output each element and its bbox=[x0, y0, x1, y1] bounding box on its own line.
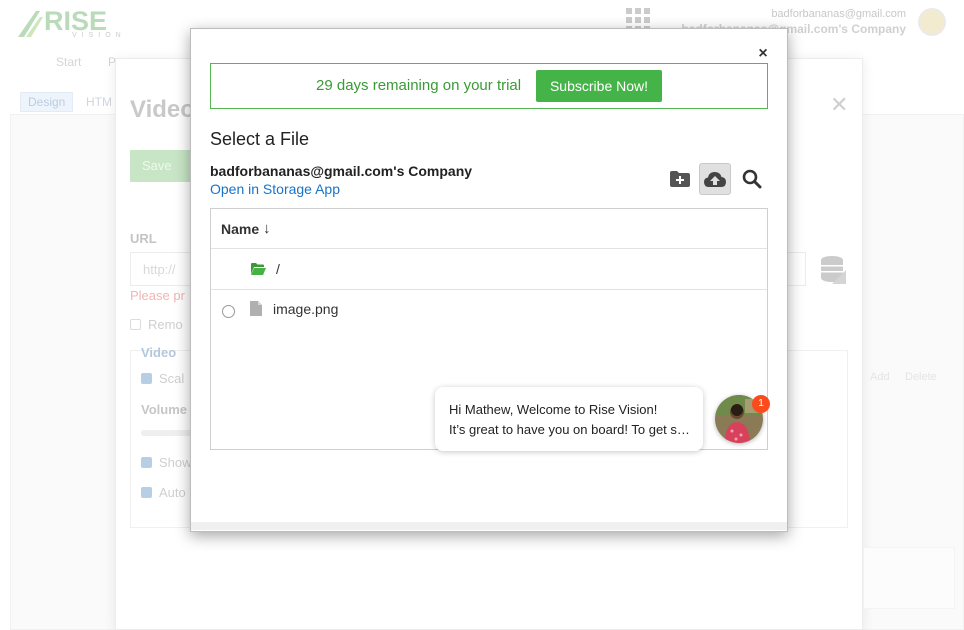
delete-link[interactable]: Delete bbox=[905, 371, 937, 383]
video-settings-save-button[interactable]: Save bbox=[130, 150, 194, 182]
chat-message-line-2: It’s great to have you on board! To get … bbox=[449, 422, 693, 437]
add-link[interactable]: Add bbox=[870, 371, 890, 383]
file-icon bbox=[250, 301, 262, 316]
url-error-text: Please pr bbox=[130, 288, 185, 303]
file-name: image.png bbox=[273, 301, 339, 317]
chat-message-bubble[interactable] bbox=[435, 387, 703, 451]
nav-start[interactable]: Start bbox=[56, 55, 81, 69]
dialog-footer-strip bbox=[191, 522, 787, 530]
company-name: badforbananas@gmail.com's Company bbox=[210, 163, 473, 179]
cloud-upload-icon bbox=[704, 172, 726, 187]
open-in-storage-link[interactable]: Open in Storage App bbox=[210, 181, 340, 197]
video-settings-title: Video bbox=[130, 96, 195, 123]
video-section-label: Video bbox=[141, 345, 177, 360]
scale-checkbox[interactable] bbox=[141, 373, 152, 384]
volume-label: Volume bbox=[141, 402, 187, 417]
search-button[interactable] bbox=[736, 163, 768, 195]
upload-button[interactable] bbox=[699, 163, 731, 195]
column-name-header[interactable]: Name bbox=[221, 221, 259, 237]
rise-vision-logo[interactable]: RISE VISION bbox=[18, 6, 121, 40]
remove-checkbox-row[interactable]: Remo bbox=[130, 317, 183, 332]
remove-label: Remo bbox=[148, 317, 183, 332]
auto-checkbox[interactable] bbox=[141, 487, 152, 498]
storage-database-icon[interactable] bbox=[820, 256, 846, 284]
account-email: badforbananas@gmail.com bbox=[771, 8, 906, 20]
video-settings-close-icon[interactable]: ✕ bbox=[830, 92, 848, 118]
chat-unread-badge: 1 bbox=[752, 395, 770, 413]
tab-design[interactable]: Design bbox=[20, 92, 74, 112]
root-folder-label: / bbox=[276, 261, 280, 277]
file-select-radio[interactable] bbox=[222, 305, 235, 318]
subscribe-now-button[interactable]: Subscribe Now! bbox=[536, 70, 662, 102]
show-checkbox-row[interactable]: Show bbox=[141, 455, 192, 470]
scale-checkbox-row[interactable]: Scal bbox=[141, 371, 184, 386]
url-label: URL bbox=[130, 231, 157, 246]
trial-text: 29 days remaining on your trial bbox=[316, 77, 522, 94]
show-label: Show bbox=[159, 455, 192, 470]
remove-checkbox[interactable] bbox=[130, 319, 141, 330]
list-item[interactable] bbox=[211, 249, 767, 290]
chat-message-line-1: Hi Mathew, Welcome to Rise Vision! bbox=[449, 402, 658, 417]
sort-down-icon[interactable]: ↓ bbox=[263, 220, 271, 237]
search-icon bbox=[742, 169, 762, 189]
auto-label: Auto bbox=[159, 485, 186, 500]
dialog-close-button[interactable]: × bbox=[756, 46, 770, 62]
dialog-title: Select a File bbox=[210, 129, 310, 149]
tab-html[interactable]: HTM bbox=[86, 95, 112, 109]
show-checkbox[interactable] bbox=[141, 457, 152, 468]
account-avatar[interactable] bbox=[918, 8, 946, 36]
folder-open-icon bbox=[251, 263, 266, 275]
file-list-header bbox=[211, 209, 767, 249]
logo-subtext: VISION bbox=[72, 32, 126, 39]
apps-grid-icon[interactable] bbox=[626, 8, 650, 32]
auto-checkbox-row[interactable]: Auto bbox=[141, 485, 186, 500]
folder-plus-icon bbox=[670, 171, 690, 187]
background-footer-box bbox=[863, 547, 955, 609]
scale-label: Scal bbox=[159, 371, 185, 386]
new-folder-button[interactable] bbox=[664, 163, 696, 195]
